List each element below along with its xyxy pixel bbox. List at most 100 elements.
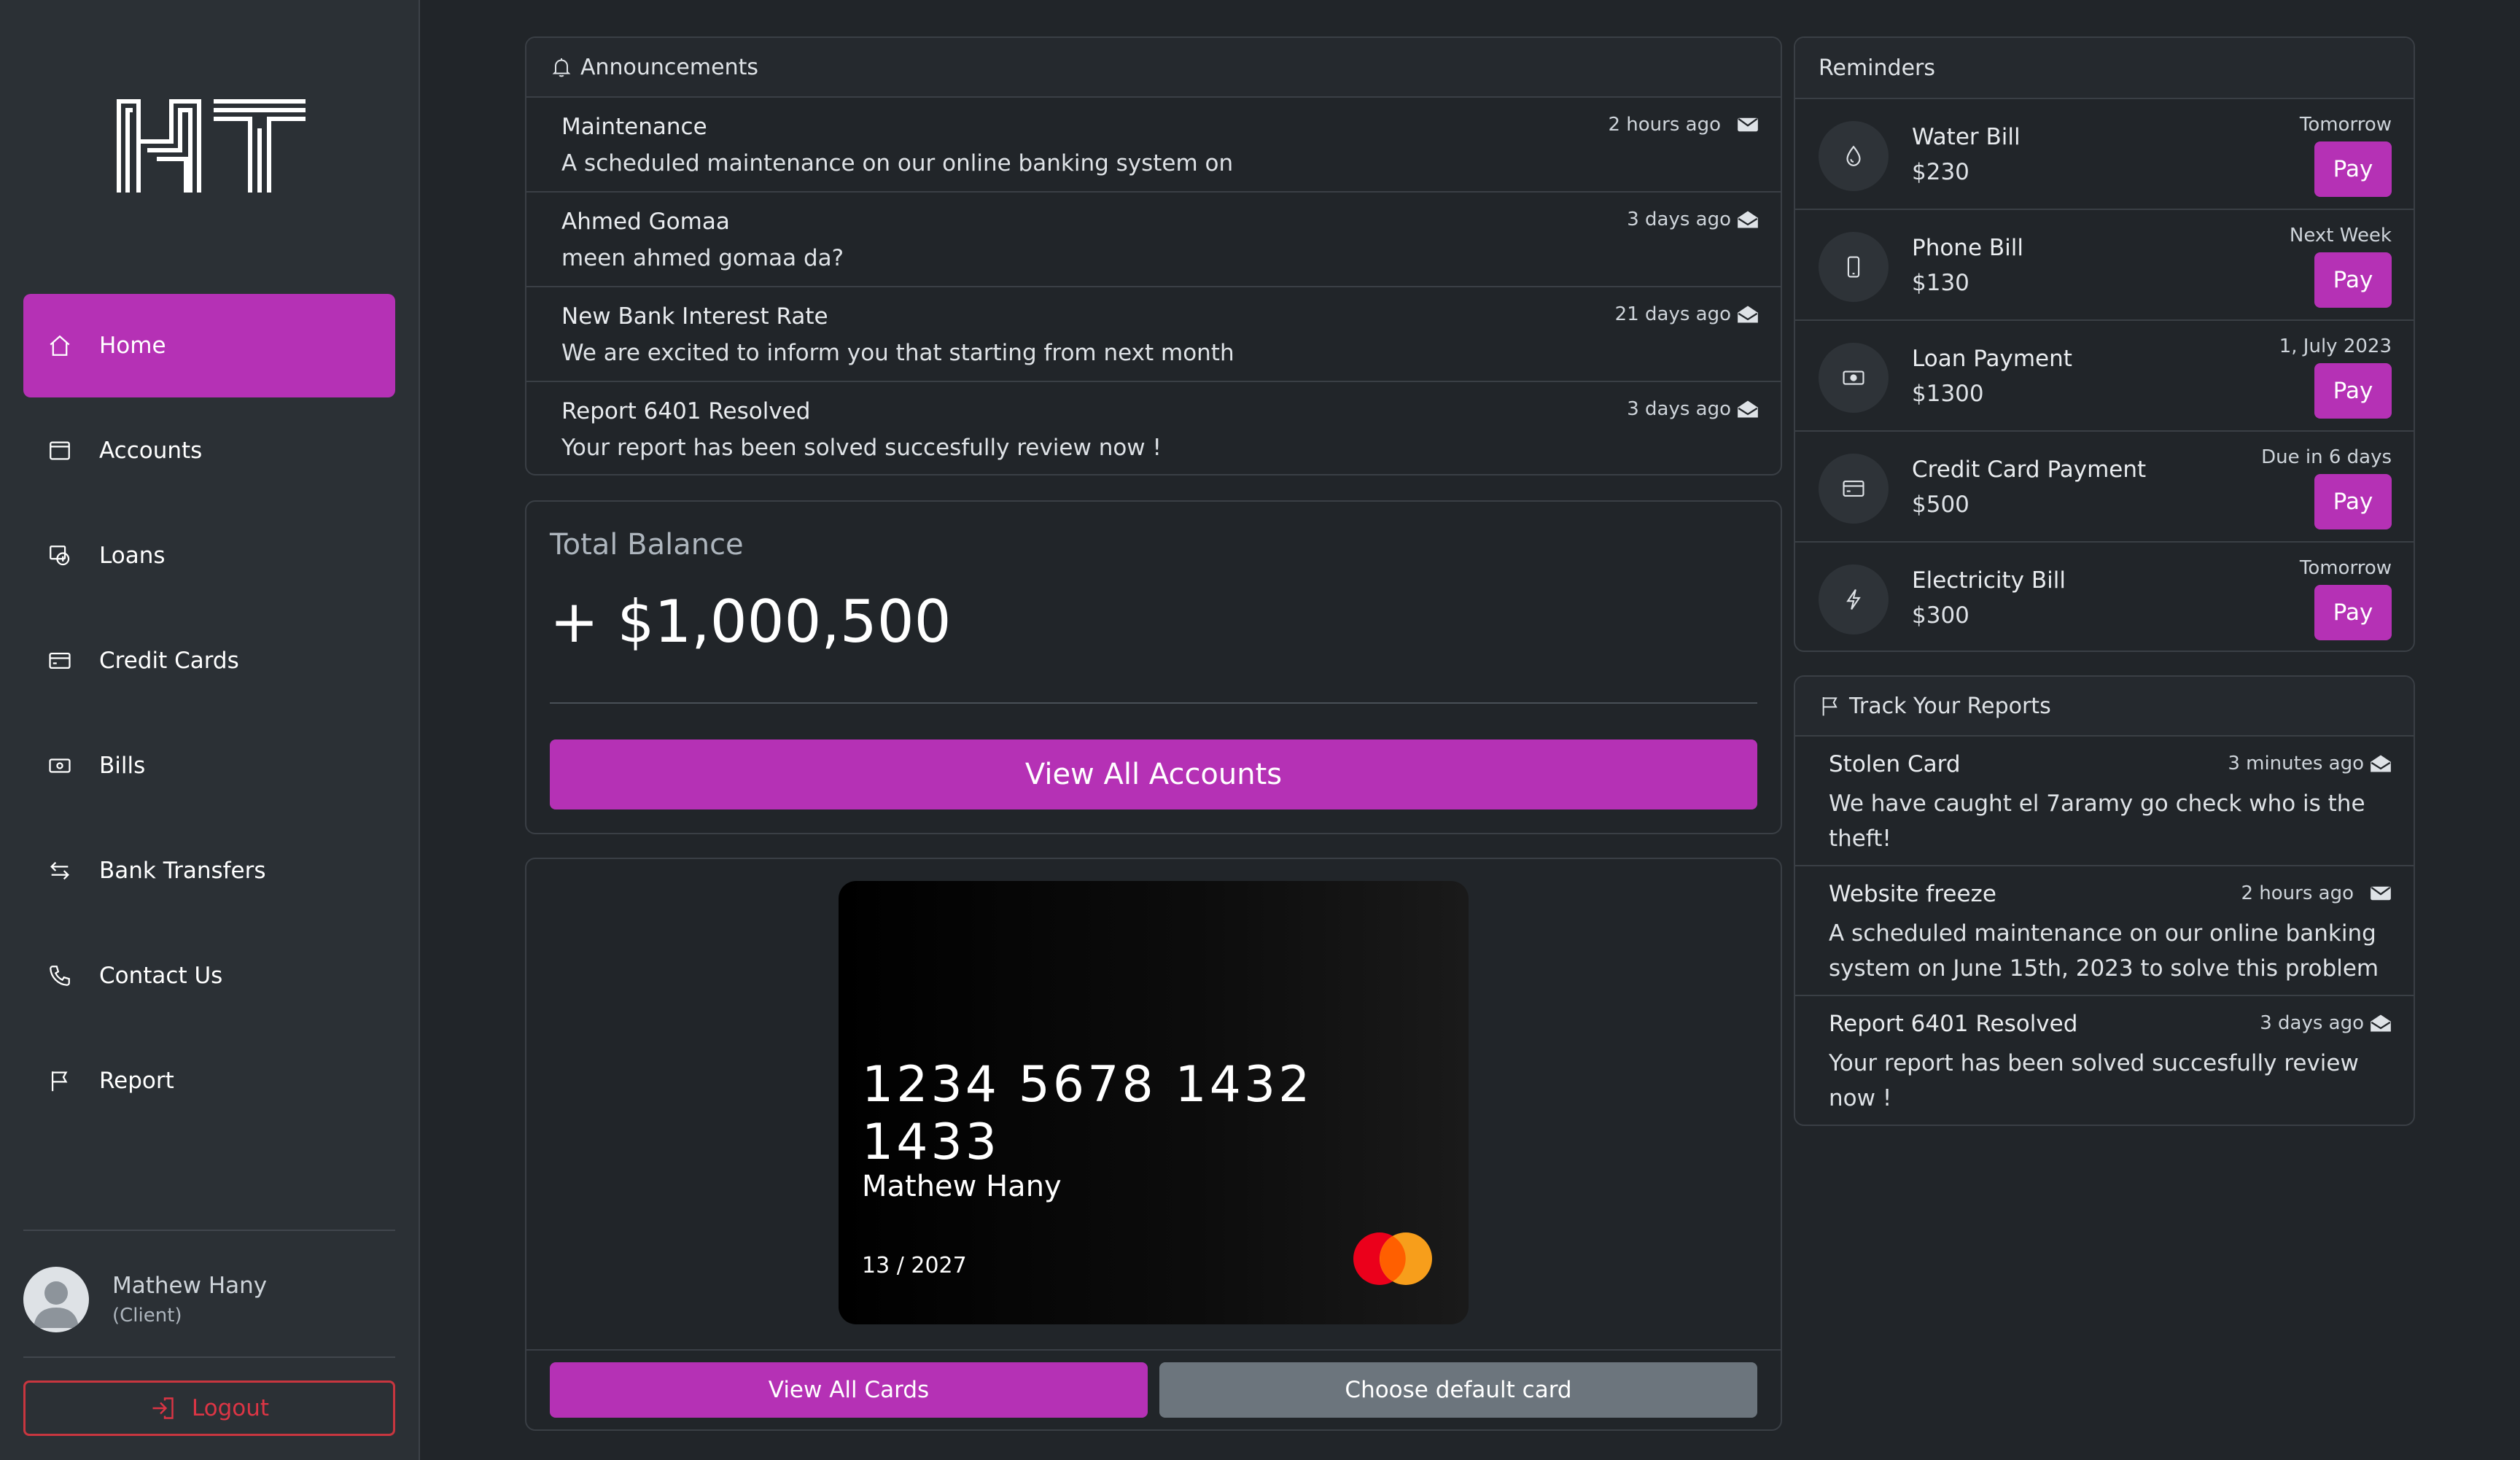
envelope-open-icon [1738, 306, 1758, 323]
cash-icon [45, 751, 74, 780]
report-body: We have caught el 7aramy go check who is… [1829, 791, 2365, 852]
lightning-icon [1819, 564, 1889, 634]
logout-button[interactable]: Logout [23, 1381, 395, 1436]
phone-device-icon [1819, 232, 1889, 302]
home-icon [45, 331, 74, 360]
reminder-amount: $500 [1912, 492, 1969, 518]
envelope-icon [2371, 886, 2391, 901]
announcement-body: meen ahmed gomaa da? [561, 245, 844, 271]
balance-amount: + $1,000,500 [550, 588, 952, 656]
flag-icon [45, 1066, 74, 1095]
loan-icon [45, 541, 74, 570]
sidebar-item-label: Loans [99, 543, 166, 569]
bell-icon [552, 58, 571, 77]
announcements-header: Announcements [526, 38, 1781, 98]
announcement-body: A scheduled maintenance on our online ba… [561, 150, 1234, 176]
announcements-card: Announcements Maintenance A scheduled ma… [525, 36, 1782, 475]
reminders-header: Reminders [1795, 38, 2414, 99]
sidebar-item-label: Bank Transfers [99, 858, 266, 884]
announcement-body: Your report has been solved succesfully … [561, 435, 1162, 461]
mastercard-icon [1353, 1232, 1432, 1285]
sidebar-item-label: Home [99, 333, 166, 359]
pay-button[interactable]: Pay [2314, 363, 2392, 419]
reminder-title: Water Bill [1912, 124, 2021, 150]
logout-label: Logout [191, 1395, 270, 1421]
reminder-title: Loan Payment [1912, 346, 2072, 372]
view-all-cards-button[interactable]: View All Cards [550, 1362, 1148, 1418]
pay-button[interactable]: Pay [2314, 252, 2392, 308]
announcements-title: Announcements [580, 54, 758, 80]
reports-title: Track Your Reports [1849, 693, 2051, 719]
reminder-amount: $230 [1912, 159, 1969, 185]
balance-divider [550, 702, 1757, 704]
sidebar-item-report[interactable]: Report [23, 1029, 395, 1133]
transfer-arrows-icon [45, 856, 74, 885]
pay-button[interactable]: Pay [2314, 141, 2392, 197]
reminder-due: Tomorrow [2299, 557, 2392, 579]
sidebar-item-bills[interactable]: Bills [23, 714, 395, 818]
reminder-due: Tomorrow [2299, 114, 2392, 136]
user-info: Mathew Hany (Client) [112, 1273, 267, 1327]
report-item[interactable]: Stolen Card We have caught el 7aramy go … [1795, 737, 2414, 866]
reminder-title: Electricity Bill [1912, 567, 2066, 594]
reports-header: Track Your Reports [1795, 677, 2414, 737]
envelope-open-icon [2371, 1014, 2391, 1032]
announcement-item[interactable]: New Bank Interest Rate We are excited to… [526, 287, 1781, 382]
view-all-accounts-button[interactable]: View All Accounts [550, 739, 1757, 809]
choose-default-card-button[interactable]: Choose default card [1159, 1362, 1757, 1418]
pay-button[interactable]: Pay [2314, 474, 2392, 529]
sidebar-item-bank-transfers[interactable]: Bank Transfers [23, 819, 395, 923]
sidebar-item-accounts[interactable]: Accounts [23, 399, 395, 502]
report-title: Website freeze [1829, 881, 1996, 907]
avatar [23, 1267, 89, 1332]
sidebar-item-credit-cards[interactable]: Credit Cards [23, 609, 395, 712]
cash-icon [1819, 343, 1889, 413]
announcement-time: 2 hours ago [1608, 114, 1759, 136]
reminder-item: Phone Bill $130 Next Week Pay [1795, 210, 2414, 321]
sidebar-nav: Home Accounts Loans Credit Cards Bills B… [23, 294, 395, 1134]
reminder-due: Next Week [2289, 225, 2392, 246]
report-time: 3 minutes ago [2228, 753, 2392, 774]
announcement-title: Maintenance [561, 114, 707, 140]
card-number: 1234 5678 1432 1433 [862, 1056, 1313, 1171]
balance-card: Total Balance + $1,000,500 View All Acco… [525, 500, 1782, 834]
envelope-open-icon [1738, 400, 1758, 418]
droplet-icon [1819, 121, 1889, 191]
sidebar-item-home[interactable]: Home [23, 294, 395, 397]
envelope-open-icon [1738, 211, 1758, 228]
report-body: A scheduled maintenance on our online ba… [1829, 920, 2379, 982]
reminder-item: Electricity Bill $300 Tomorrow Pay [1795, 543, 2414, 651]
nt-logo[interactable] [117, 99, 308, 193]
sidebar-item-contact-us[interactable]: Contact Us [23, 924, 395, 1028]
pay-button[interactable]: Pay [2314, 585, 2392, 640]
reminder-due: 1, July 2023 [2279, 335, 2392, 357]
reminder-item: Credit Card Payment $500 Due in 6 days P… [1795, 432, 2414, 543]
announcement-time: 3 days ago [1627, 209, 1759, 230]
reminder-title: Phone Bill [1912, 235, 2023, 261]
announcement-item[interactable]: Report 6401 Resolved Your report has bee… [526, 382, 1781, 474]
reminder-item: Loan Payment $1300 1, July 2023 Pay [1795, 321, 2414, 432]
balance-label: Total Balance [550, 528, 744, 562]
report-item[interactable]: Website freeze A scheduled maintenance o… [1795, 866, 2414, 996]
sidebar-item-loans[interactable]: Loans [23, 504, 395, 607]
announcement-item[interactable]: Maintenance A scheduled maintenance on o… [526, 98, 1781, 193]
sidebar: Home Accounts Loans Credit Cards Bills B… [0, 0, 420, 1460]
announcement-title: New Bank Interest Rate [561, 303, 828, 330]
sidebar-divider [23, 1230, 395, 1231]
user-profile[interactable]: Mathew Hany (Client) [23, 1266, 395, 1333]
user-name: Mathew Hany [112, 1273, 268, 1299]
card-holder: Mathew Hany [862, 1170, 1062, 1203]
announcement-time: 3 days ago [1627, 398, 1759, 420]
sidebar-item-label: Bills [99, 753, 146, 779]
sidebar-item-label: Accounts [99, 438, 203, 464]
report-time: 3 days ago [2260, 1012, 2392, 1034]
reminder-item: Water Bill $230 Tomorrow Pay [1795, 99, 2414, 210]
reminder-title: Credit Card Payment [1912, 457, 2147, 483]
credit-card[interactable]: 1234 5678 1432 1433 Mathew Hany 13 / 202… [839, 881, 1469, 1324]
report-item[interactable]: Report 6401 Resolved Your report has bee… [1795, 996, 2414, 1125]
announcement-title: Report 6401 Resolved [561, 398, 811, 424]
sidebar-item-label: Contact Us [99, 963, 223, 989]
card-panel-divider [526, 1349, 1781, 1351]
announcement-item[interactable]: Ahmed Gomaa meen ahmed gomaa da? 3 days … [526, 193, 1781, 287]
credit-card-icon [45, 646, 74, 675]
